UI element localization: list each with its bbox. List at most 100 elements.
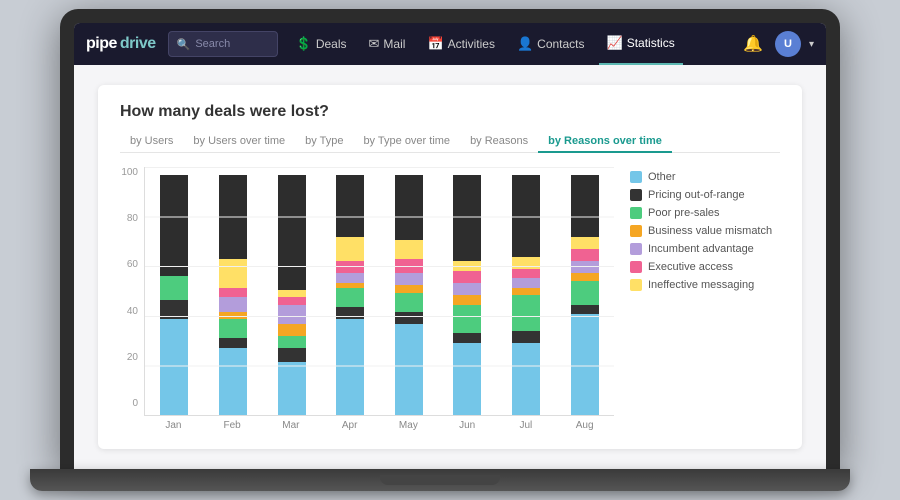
chart-legend: Other Pricing out-of-range Poor pre-sales B… [630,167,780,431]
bar-segment-1 [571,305,599,315]
bar-segment-5 [512,269,540,279]
bar-segment-2 [160,276,188,300]
y-label-0: 0 [120,398,138,409]
bar-segment-0 [278,362,306,415]
nav-activities-label: Activities [448,37,495,51]
legend-label-6: Ineffective messaging [648,279,754,291]
y-axis: 100 80 60 40 20 0 [120,167,144,431]
chart-area: 100 80 60 40 20 0 JanFe [120,167,780,431]
legend-label-5: Executive access [648,261,733,273]
legend-color-0 [630,171,642,183]
bar-segment-0 [336,319,364,415]
bar-segment-1 [395,312,423,324]
laptop-screen: pipedrive 🔍 Search 💲 Deals ✉ Mail 📅 Acti… [74,23,826,469]
laptop-shell: pipedrive 🔍 Search 💲 Deals ✉ Mail 📅 Acti… [60,9,840,469]
nav-statistics[interactable]: 📈 Statistics [599,23,683,65]
bar-segment-4 [219,297,247,311]
bar-segment-7 [160,175,188,276]
legend-label-1: Pricing out-of-range [648,189,745,201]
bar-segment-6 [571,237,599,249]
bar-segment-2 [453,305,481,334]
legend-item-1: Pricing out-of-range [630,189,780,201]
mail-icon: ✉ [369,36,380,52]
contacts-icon: 👤 [517,36,533,52]
legend-color-4 [630,243,642,255]
bar-segment-2 [219,319,247,338]
stacked-bar-jul [512,175,540,415]
bars-container [144,167,614,416]
bar-segment-7 [453,175,481,261]
nav-contacts[interactable]: 👤 Contacts [509,23,593,65]
tab-by-users-over-time[interactable]: by Users over time [183,131,295,153]
bar-segment-6 [395,240,423,259]
user-avatar[interactable]: U [775,31,801,57]
bar-segment-2 [336,288,364,307]
bar-segment-0 [453,343,481,415]
tab-by-users[interactable]: by Users [120,131,183,153]
chevron-down-icon[interactable]: ▾ [809,39,814,50]
y-label-40: 40 [120,306,138,317]
bar-group-feb [208,175,259,415]
chart-with-axis: 100 80 60 40 20 0 JanFe [120,167,614,431]
nav-deals-label: Deals [316,37,347,51]
legend-label-3: Business value mismatch [648,225,772,237]
notification-bell[interactable]: 🔔 [737,34,769,54]
tab-by-reasons[interactable]: by Reasons [460,131,538,153]
logo: pipedrive [86,35,156,53]
bar-segment-7 [395,175,423,240]
legend-color-1 [630,189,642,201]
bar-segment-3 [453,295,481,305]
legend-item-2: Poor pre-sales [630,207,780,219]
deals-icon: 💲 [296,36,312,52]
bar-segment-3 [395,285,423,292]
bar-group-apr [325,175,376,415]
nav-deals[interactable]: 💲 Deals [288,23,355,65]
bar-segment-4 [512,278,540,288]
bar-segment-5 [453,271,481,283]
x-label-jan: Jan [148,420,199,431]
bar-segment-4 [395,273,423,285]
bar-group-jun [442,175,493,415]
stacked-bar-mar [278,175,306,415]
stacked-bar-feb [219,175,247,415]
laptop-base [30,469,850,491]
chart-card: How many deals were lost? by Users by Us… [98,85,802,449]
bar-segment-2 [571,281,599,305]
nav-activities[interactable]: 📅 Activities [419,23,503,65]
legend-color-3 [630,225,642,237]
bar-segment-1 [278,348,306,362]
legend-label-4: Incumbent advantage [648,243,754,255]
y-label-80: 80 [120,213,138,224]
bar-segment-5 [571,249,599,261]
chart-body: JanFebMarAprMayJunJulAug [144,167,614,431]
laptop-notch [380,475,500,485]
bar-group-aug [559,175,610,415]
bar-segment-3 [571,273,599,280]
stacked-bar-aug [571,175,599,415]
logo-text-drive: drive [120,35,156,53]
tab-by-type-over-time[interactable]: by Type over time [353,131,460,153]
bar-segment-3 [219,312,247,319]
nav-mail[interactable]: ✉ Mail [361,23,414,65]
search-placeholder: Search [195,38,230,50]
bar-segment-6 [336,237,364,261]
bar-segment-7 [336,175,364,237]
x-label-jun: Jun [442,420,493,431]
legend-item-5: Executive access [630,261,780,273]
x-label-jul: Jul [501,420,552,431]
legend-item-0: Other [630,171,780,183]
stacked-bar-apr [336,175,364,415]
tab-by-type[interactable]: by Type [295,131,353,153]
stacked-bar-jan [160,175,188,415]
bar-segment-2 [512,295,540,331]
bar-segment-6 [219,259,247,288]
main-content: How many deals were lost? by Users by Us… [74,65,826,469]
bar-segment-1 [453,333,481,343]
bar-segment-3 [512,288,540,295]
tab-by-reasons-over-time[interactable]: by Reasons over time [538,131,672,153]
bar-segment-2 [278,336,306,348]
bar-segment-1 [512,331,540,343]
search-box[interactable]: 🔍 Search [168,31,278,57]
x-label-may: May [383,420,434,431]
legend-label-0: Other [648,171,676,183]
